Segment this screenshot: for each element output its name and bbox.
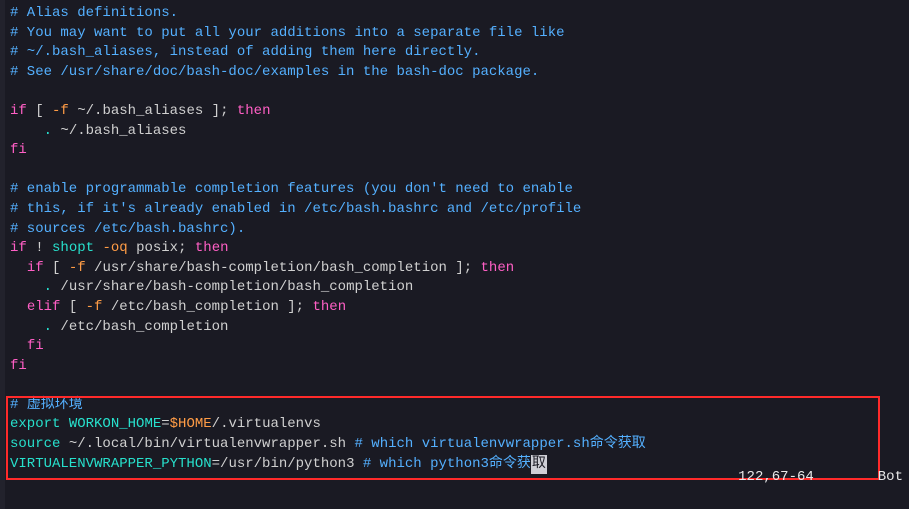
- code-token-plain: ~/.bash_aliases ];: [69, 103, 237, 119]
- code-token-cmd: export: [10, 416, 60, 432]
- code-token-comment: # 虚拟环境: [10, 397, 83, 413]
- code-token-plain: /usr/share/bash-completion/bash_completi…: [86, 260, 481, 276]
- code-line[interactable]: # ~/.bash_aliases, instead of adding the…: [10, 43, 909, 63]
- code-token-cmd: source: [10, 436, 60, 452]
- code-line[interactable]: # Alias definitions.: [10, 4, 909, 24]
- code-token-comment: # enable programmable completion feature…: [10, 181, 573, 197]
- code-token-plain: [: [60, 299, 85, 315]
- code-token-comment: # which virtualenvwrapper.sh命令获取: [354, 436, 645, 452]
- code-line[interactable]: fi: [10, 337, 909, 357]
- code-token-cmd: .: [44, 279, 52, 295]
- code-line[interactable]: [10, 376, 909, 396]
- code-token-plain: [10, 319, 44, 335]
- code-token-assign: =: [161, 416, 169, 432]
- code-token-comment: # sources /etc/bash.bashrc).: [10, 221, 245, 237]
- code-line[interactable]: if ! shopt -oq posix; then: [10, 239, 909, 259]
- code-token-plain: /usr/share/bash-completion/bash_completi…: [52, 279, 413, 295]
- code-token-plain: [10, 260, 27, 276]
- cursor-block: 取: [531, 455, 547, 475]
- code-line[interactable]: if [ -f ~/.bash_aliases ]; then: [10, 102, 909, 122]
- code-line[interactable]: . /usr/share/bash-completion/bash_comple…: [10, 278, 909, 298]
- code-token-key: then: [481, 260, 515, 276]
- code-line[interactable]: # 虚拟环境: [10, 396, 909, 416]
- code-line[interactable]: # You may want to put all your additions…: [10, 24, 909, 44]
- code-token-cmd: .: [44, 123, 52, 139]
- code-line[interactable]: # See /usr/share/doc/bash-doc/examples i…: [10, 63, 909, 83]
- code-token-comment: # Alias definitions.: [10, 5, 178, 21]
- code-token-plain: [: [27, 103, 52, 119]
- code-token-plain: [10, 299, 27, 315]
- code-line[interactable]: # this, if it's already enabled in /etc/…: [10, 200, 909, 220]
- code-token-plain: posix;: [128, 240, 195, 256]
- code-token-key: then: [237, 103, 271, 119]
- code-line[interactable]: . ~/.bash_aliases: [10, 122, 909, 142]
- code-line[interactable]: if [ -f /usr/share/bash-completion/bash_…: [10, 259, 909, 279]
- code-token-plain: [10, 338, 27, 354]
- code-content[interactable]: # Alias definitions. # You may want to pu…: [0, 0, 909, 474]
- code-token-comment: # this, if it's already enabled in /etc/…: [10, 201, 581, 217]
- code-token-key: if: [27, 260, 44, 276]
- code-token-key: elif: [27, 299, 61, 315]
- terminal-editor[interactable]: # Alias definitions. # You may want to pu…: [0, 0, 909, 509]
- code-token-key: then: [313, 299, 347, 315]
- code-line[interactable]: # enable programmable completion feature…: [10, 180, 909, 200]
- code-token-key: fi: [27, 338, 44, 354]
- code-token-plain: /etc/bash_completion: [52, 319, 228, 335]
- code-line[interactable]: elif [ -f /etc/bash_completion ]; then: [10, 298, 909, 318]
- scroll-indicator: Bot: [878, 469, 903, 485]
- cursor-position: 122,67-64: [738, 469, 814, 485]
- code-line[interactable]: . /etc/bash_completion: [10, 318, 909, 338]
- code-token-plain: [60, 416, 68, 432]
- code-token-opt: -f: [52, 103, 69, 119]
- code-token-opt: -f: [86, 299, 103, 315]
- code-token-cmd: .: [44, 319, 52, 335]
- code-token-opt: -f: [69, 260, 86, 276]
- code-token-plain: ~/.local/bin/virtualenvwrapper.sh: [60, 436, 354, 452]
- code-token-plain: /etc/bash_completion ];: [102, 299, 312, 315]
- code-line[interactable]: [10, 82, 909, 102]
- code-token-var: WORKON_HOME: [69, 416, 161, 432]
- code-token-key: fi: [10, 142, 27, 158]
- code-token-opt: -oq: [102, 240, 127, 256]
- code-token-cmd: shopt: [52, 240, 94, 256]
- vim-status-line: 122,67-64 Bot: [705, 448, 903, 507]
- code-token-key: fi: [10, 358, 27, 374]
- code-token-plain: [: [44, 260, 69, 276]
- code-token-comment: # ~/.bash_aliases, instead of adding the…: [10, 44, 480, 60]
- code-line[interactable]: fi: [10, 357, 909, 377]
- code-token-key: if: [10, 240, 27, 256]
- code-token-val: $HOME: [170, 416, 212, 432]
- code-line[interactable]: fi: [10, 141, 909, 161]
- code-token-assign: =: [212, 456, 220, 472]
- code-token-comment: # which python3命令获: [363, 456, 531, 472]
- code-line[interactable]: export WORKON_HOME=$HOME/.virtualenvs: [10, 415, 909, 435]
- code-token-comment: # You may want to put all your additions…: [10, 25, 565, 41]
- editor-gutter: [0, 0, 5, 509]
- code-token-plain: [10, 123, 44, 139]
- code-token-plain: ~/.bash_aliases: [52, 123, 186, 139]
- code-line[interactable]: [10, 161, 909, 181]
- code-token-plain: [10, 279, 44, 295]
- code-token-plain: /usr/bin/python3: [220, 456, 363, 472]
- code-token-plain: /.virtualenvs: [212, 416, 321, 432]
- code-token-var: VIRTUALENVWRAPPER_PYTHON: [10, 456, 212, 472]
- code-token-comment: # See /usr/share/doc/bash-doc/examples i…: [10, 64, 539, 80]
- code-token-key: then: [195, 240, 229, 256]
- code-line[interactable]: # sources /etc/bash.bashrc).: [10, 220, 909, 240]
- code-token-key: if: [10, 103, 27, 119]
- code-token-plain: !: [27, 240, 52, 256]
